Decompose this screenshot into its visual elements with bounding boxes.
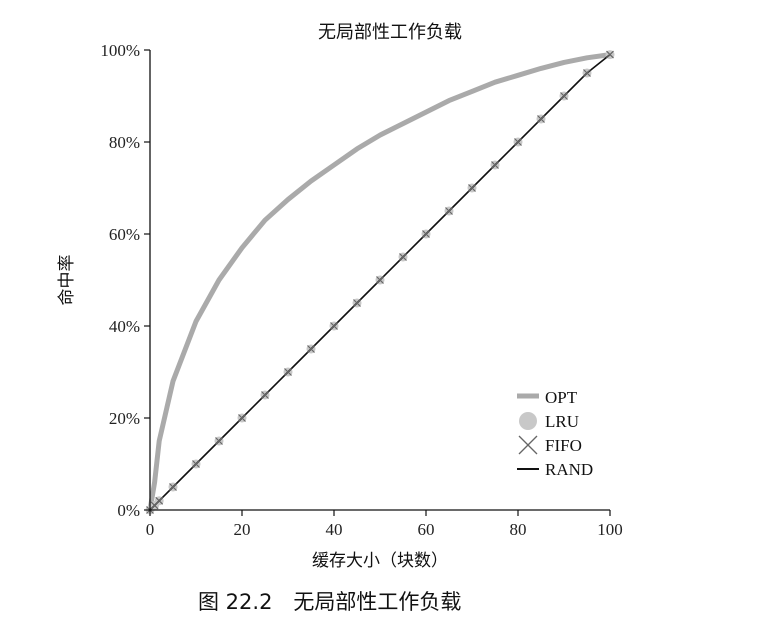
legend-swatch bbox=[519, 412, 537, 430]
y-tick-label: 60% bbox=[109, 225, 140, 244]
chart: 无局部性工作负载 0 20 40 60 80 100 0% 20% 40% 60% 80% 100%… bbox=[57, 22, 623, 571]
legend-label: LRU bbox=[545, 412, 579, 431]
figure-caption: 图 22.2 无局部性工作负载 bbox=[198, 590, 462, 614]
x-tick-label: 20 bbox=[234, 520, 251, 539]
legend-label: RAND bbox=[545, 460, 593, 479]
legend: OPT LRU FIFO RAND bbox=[517, 388, 593, 479]
legend-label: OPT bbox=[545, 388, 578, 407]
legend-item-lru: LRU bbox=[519, 412, 579, 431]
x-ticks: 0 20 40 60 80 100 bbox=[146, 510, 623, 539]
y-tick-label: 0% bbox=[117, 501, 140, 520]
legend-item-fifo: FIFO bbox=[518, 435, 582, 455]
x-tick-label: 0 bbox=[146, 520, 155, 539]
legend-label: FIFO bbox=[545, 436, 582, 455]
legend-item-rand: RAND bbox=[517, 460, 593, 479]
y-tick-label: 20% bbox=[109, 409, 140, 428]
y-axis-title: 命中率 bbox=[57, 255, 77, 306]
x-tick-label: 80 bbox=[510, 520, 527, 539]
x-tick-label: 100 bbox=[597, 520, 623, 539]
x-tick-label: 40 bbox=[326, 520, 343, 539]
y-tick-label: 80% bbox=[109, 133, 140, 152]
y-tick-label: 100% bbox=[100, 41, 140, 60]
x-tick-label: 60 bbox=[418, 520, 435, 539]
y-ticks: 0% 20% 40% 60% 80% 100% bbox=[100, 41, 150, 520]
y-tick-label: 40% bbox=[109, 317, 140, 336]
x-axis-title: 缓存大小（块数） bbox=[312, 551, 448, 571]
legend-item-opt: OPT bbox=[517, 388, 578, 407]
chart-title: 无局部性工作负载 bbox=[318, 22, 462, 43]
